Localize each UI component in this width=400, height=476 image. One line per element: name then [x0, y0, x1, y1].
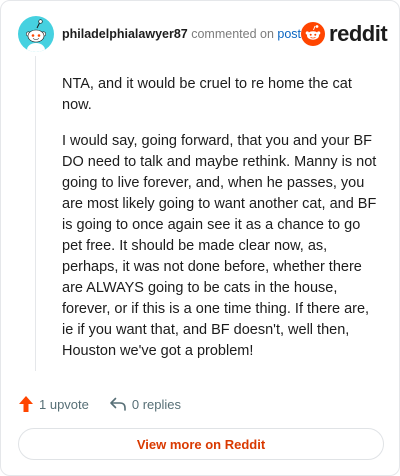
upvote-button[interactable]: 1 upvote — [18, 395, 89, 413]
snoo-avatar-icon[interactable] — [18, 16, 54, 52]
replies-button[interactable]: 0 replies — [109, 396, 181, 412]
replies-count: 0 replies — [131, 396, 182, 412]
comment-body: NTA, and it would be cruel to re home th… — [62, 74, 382, 377]
comment-paragraph: NTA, and it would be cruel to re home th… — [62, 76, 352, 113]
comment-paragraph: I would say, going forward, that you and… — [62, 133, 377, 359]
post-link[interactable]: post — [277, 27, 301, 41]
upvote-count: 1 upvote — [39, 396, 89, 412]
comment-header: philadelphialawyer87 commented on post r… — [18, 16, 388, 52]
reddit-wordmark: reddit — [329, 21, 388, 46]
commented-on-text: commented on — [191, 27, 274, 41]
view-more-on-reddit-button[interactable]: View more on Reddit — [18, 428, 384, 460]
author-username[interactable]: philadelphialawyer87 — [62, 27, 188, 41]
reddit-logo-icon — [301, 22, 326, 46]
comment-byline: philadelphialawyer87 commented on post — [62, 27, 301, 41]
embedded-comment-card: philadelphialawyer87 commented on post r… — [0, 0, 400, 476]
thread-line — [35, 56, 36, 371]
upvote-arrow-icon — [19, 396, 33, 412]
reply-arrow-icon — [110, 397, 126, 411]
reddit-logo[interactable]: reddit — [301, 21, 388, 46]
comment-actions: 1 upvote 0 replies — [18, 394, 181, 414]
